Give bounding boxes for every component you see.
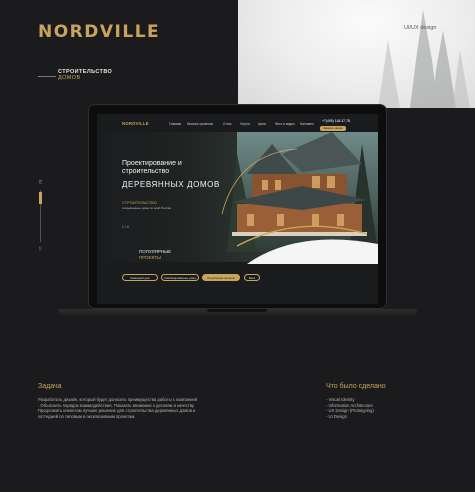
forest-silhouette: [378, 10, 470, 108]
hero-tagline-sub: современные дома по всей России: [122, 206, 172, 210]
slide-counter: 1 / 4: [122, 225, 129, 229]
nav-item-about[interactable]: О нас: [223, 122, 232, 126]
forest-backdrop: [238, 0, 475, 108]
brand-subtitle-2: ДОМОВ: [58, 75, 81, 81]
subtitle-divider: [38, 76, 56, 77]
nav-item-contacts[interactable]: Контакты: [300, 122, 314, 126]
site-logo[interactable]: NORDVILLE: [122, 121, 149, 126]
brand-logo: NORDVILLE: [38, 22, 161, 42]
task-heading: Задача: [38, 383, 62, 390]
projects-title: ПОПУЛЯРНЫЕ ПРОЕКТЫ: [139, 249, 171, 260]
done-list: - Visual Identity - Information Architec…: [326, 397, 374, 419]
done-item: - UI Design: [326, 413, 347, 419]
nav-item-price[interactable]: Цена: [258, 122, 266, 126]
site-phone[interactable]: +7(495) 118-37-78: [322, 119, 350, 123]
chip-combined[interactable]: Комбинированные дома: [161, 274, 199, 281]
nav-item-catalog[interactable]: Каталог проектов: [187, 122, 213, 126]
task-text: Разработать дизайн, который будет доноси…: [38, 397, 198, 419]
done-item: - UX Design (Prototyping): [326, 408, 374, 414]
hero-line-2: строительство: [122, 168, 170, 175]
hero-heading: Проектирование и строительство: [122, 160, 182, 176]
nav-item-media[interactable]: Фото и видео: [275, 122, 295, 126]
projects-title-1: ПОПУЛЯРНЫЕ: [139, 249, 172, 254]
laptop-screen: NORDVILLE Главная Каталог проектов О нас…: [97, 114, 378, 304]
pager-total: 05: [37, 246, 43, 251]
uiux-tag: UI/UX design: [404, 25, 437, 31]
chip-popular[interactable]: Популярные проекты: [202, 274, 240, 281]
chip-stone[interactable]: Каменный дом: [122, 274, 158, 281]
pager-current: 01: [37, 179, 43, 184]
callback-button[interactable]: Заказать звонок: [320, 126, 346, 131]
pager-active-indicator: [39, 192, 42, 204]
projects-title-2: ПРОЕКТЫ: [139, 254, 161, 260]
nav-item-services[interactable]: Услуги: [240, 122, 250, 126]
hero-heading-main: ДЕРЕВЯННЫХ ДОМОВ: [122, 180, 220, 189]
laptop-notch: [207, 309, 267, 312]
hero-line-1: Проектирование и: [122, 160, 182, 167]
chip-sauna[interactable]: Баня: [244, 274, 260, 281]
done-heading: Что было сделано: [326, 383, 386, 390]
nav-item-home[interactable]: Главная: [169, 122, 181, 126]
hero-tagline: СТРОИТЕЛЬСТВО: [122, 200, 157, 205]
